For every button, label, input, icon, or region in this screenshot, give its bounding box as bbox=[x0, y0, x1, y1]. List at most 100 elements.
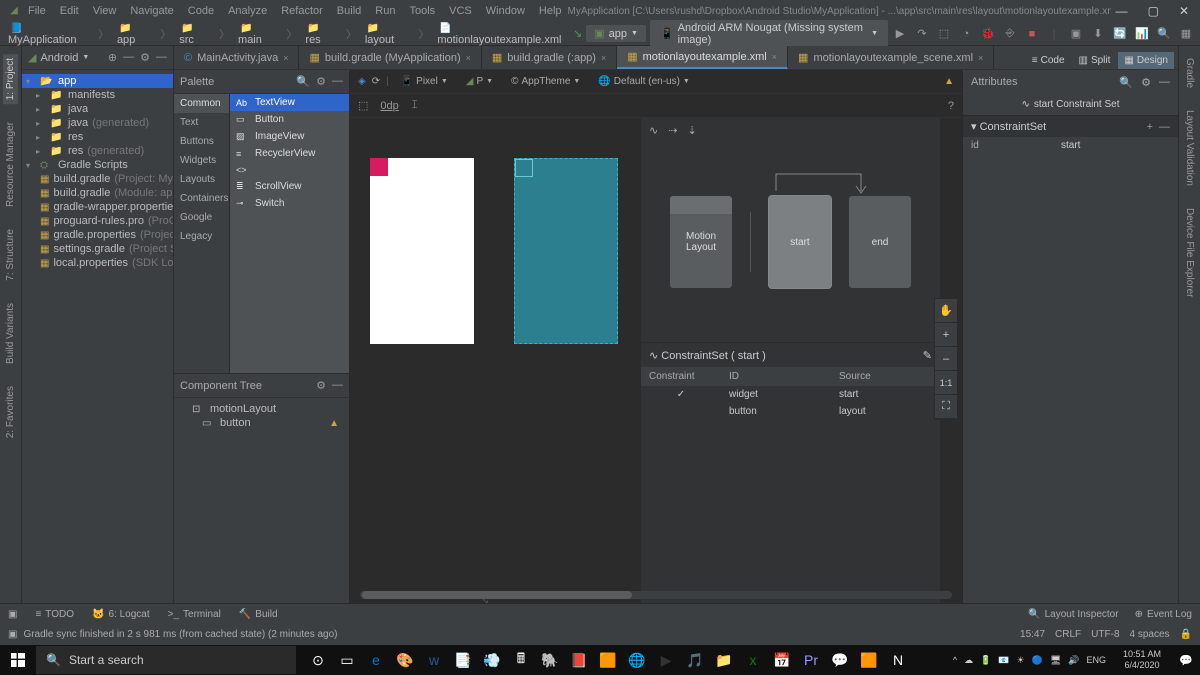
tray-icon[interactable]: ENG bbox=[1086, 655, 1106, 665]
palette-category[interactable]: Layouts bbox=[174, 170, 229, 189]
taskbar-app[interactable]: 🎵 bbox=[681, 646, 709, 674]
palette-category[interactable]: Text bbox=[174, 113, 229, 132]
editor-tab[interactable]: ▦motionlayoutexample_scene.xml× bbox=[788, 46, 994, 69]
tray-icon[interactable]: ^ bbox=[953, 655, 957, 665]
tool-window-button[interactable]: ⊕ Event Log bbox=[1135, 609, 1192, 620]
menu-view[interactable]: View bbox=[87, 2, 123, 20]
table-row[interactable]: buttonlayout bbox=[641, 403, 940, 420]
taskbar-app[interactable]: 🟧 bbox=[594, 646, 622, 674]
margin-value[interactable]: 0dp bbox=[380, 100, 398, 112]
transition-icon[interactable]: ∿ bbox=[649, 124, 658, 137]
taskbar-clock[interactable]: 10:51 AM 6/4/2020 bbox=[1112, 646, 1172, 674]
tray-icon[interactable]: 🖥 bbox=[1050, 655, 1061, 666]
palette-item[interactable]: ≣ScrollView bbox=[230, 178, 349, 195]
run-icon[interactable]: ▶ bbox=[892, 26, 908, 42]
taskbar-app[interactable]: 📅 bbox=[768, 646, 796, 674]
tree-item[interactable]: ▦proguard-rules.pro (ProGu bbox=[22, 214, 173, 228]
taskbar-search[interactable]: 🔍 Start a search bbox=[36, 646, 296, 674]
right-rail-tab[interactable]: Device File Explorer bbox=[1182, 204, 1197, 301]
close-icon[interactable]: × bbox=[978, 53, 983, 63]
tool-window-button[interactable]: 🔨 Build bbox=[239, 609, 278, 620]
hide-icon[interactable]: — bbox=[332, 379, 343, 392]
design-mode-icon[interactable]: ◈ bbox=[358, 76, 366, 87]
tree-item[interactable]: ▸📁res bbox=[22, 130, 173, 144]
hide-icon[interactable]: — bbox=[1159, 121, 1170, 133]
breadcrumb-item[interactable]: 📁 res bbox=[303, 22, 339, 46]
taskbar-app[interactable]: ▭ bbox=[333, 646, 361, 674]
tray-icon[interactable]: ☀ bbox=[1017, 655, 1025, 666]
api-dropdown[interactable]: ◢P ▼ bbox=[460, 74, 499, 89]
taskbar-app[interactable]: e bbox=[362, 646, 390, 674]
settings-icon[interactable]: ▦ bbox=[1178, 26, 1194, 42]
palette-category[interactable]: Common bbox=[174, 94, 229, 113]
palette-item[interactable]: ▨ImageView bbox=[230, 128, 349, 145]
search-icon[interactable]: 🔍 bbox=[296, 75, 310, 88]
breadcrumb-item[interactable]: 📁 app bbox=[115, 22, 154, 46]
palette-item[interactable]: <> bbox=[230, 162, 349, 178]
code-view-button[interactable]: ≡ Code bbox=[1026, 52, 1071, 69]
constraint-set-section[interactable]: ▾ ConstraintSet +— bbox=[963, 116, 1178, 137]
attach-icon[interactable]: ⎆ bbox=[1002, 26, 1018, 42]
tray-icon[interactable]: 🔋 bbox=[980, 655, 991, 666]
sdk-icon[interactable]: ⬇ bbox=[1090, 26, 1106, 42]
button-widget-blueprint[interactable] bbox=[515, 159, 533, 177]
tree-item[interactable]: ▦build.gradle (Module: app bbox=[22, 186, 173, 200]
warning-icon[interactable]: ▲ bbox=[944, 76, 954, 87]
tree-item[interactable]: ▦build.gradle (Project: MyA bbox=[22, 172, 173, 186]
structure-icon[interactable]: 📊 bbox=[1134, 26, 1150, 42]
menu-help[interactable]: Help bbox=[533, 2, 568, 20]
design-preview[interactable]: ⤡ bbox=[350, 118, 640, 603]
menu-navigate[interactable]: Navigate bbox=[124, 2, 179, 20]
component-tree-item[interactable]: ▭button▲ bbox=[174, 416, 349, 430]
breadcrumb-item[interactable]: 📄 motionlayoutexample.xml bbox=[435, 22, 573, 46]
collapse-icon[interactable]: — bbox=[123, 51, 134, 64]
left-rail-tab[interactable]: Build Variants bbox=[3, 299, 18, 368]
attribute-row[interactable]: id start bbox=[963, 137, 1178, 154]
palette-category[interactable]: Google bbox=[174, 208, 229, 227]
motion-layout-node[interactable]: Motion Layout bbox=[670, 196, 732, 288]
select-icon[interactable]: ⬚ bbox=[358, 99, 368, 112]
menu-run[interactable]: Run bbox=[369, 2, 401, 20]
left-rail-tab[interactable]: 7: Structure bbox=[3, 225, 18, 285]
palette-item[interactable]: ▭Button bbox=[230, 111, 349, 128]
orientation-icon[interactable]: ⟳ bbox=[372, 76, 380, 87]
edit-icon[interactable]: ✎ bbox=[923, 349, 932, 362]
taskbar-app[interactable]: 📁 bbox=[710, 646, 738, 674]
search-icon[interactable]: 🔍 bbox=[1156, 26, 1172, 42]
taskbar-app[interactable]: 🌐 bbox=[623, 646, 651, 674]
indent-setting[interactable]: 4 spaces bbox=[1130, 629, 1170, 640]
taskbar-app[interactable]: Pr bbox=[797, 646, 825, 674]
hide-icon[interactable]: — bbox=[156, 51, 167, 64]
tool-window-button[interactable]: 🐱 6: Logcat bbox=[92, 609, 150, 620]
menu-tools[interactable]: Tools bbox=[403, 2, 441, 20]
zoom-reset-button[interactable]: 1:1 bbox=[935, 371, 957, 395]
tree-item[interactable]: ▸📁java bbox=[22, 102, 173, 116]
sync-icon[interactable]: ↘ bbox=[573, 27, 582, 40]
file-encoding[interactable]: UTF-8 bbox=[1091, 629, 1119, 640]
taskbar-app[interactable]: 📑 bbox=[449, 646, 477, 674]
component-tree-item[interactable]: ⊡motionLayout bbox=[174, 402, 349, 416]
tree-item[interactable]: ▦local.properties (SDK Loc bbox=[22, 256, 173, 270]
tree-item[interactable]: ▦gradle-wrapper.properties bbox=[22, 200, 173, 214]
end-constraint-node[interactable]: end bbox=[849, 196, 911, 288]
breadcrumb-item[interactable]: 📘 MyApplication bbox=[6, 22, 92, 46]
palette-category[interactable]: Widgets bbox=[174, 151, 229, 170]
close-icon[interactable]: × bbox=[283, 53, 288, 63]
taskbar-app[interactable]: ⊙ bbox=[304, 646, 332, 674]
taskbar-app[interactable]: w bbox=[420, 646, 448, 674]
device-dropdown[interactable]: 📱Pixel ▼ bbox=[395, 74, 454, 89]
tray-icon[interactable]: 🔵 bbox=[1032, 655, 1043, 666]
scrollbar-thumb[interactable] bbox=[362, 591, 632, 599]
create-constraint-icon[interactable]: ⇢ bbox=[668, 124, 677, 137]
taskbar-app[interactable]: 🐘 bbox=[536, 646, 564, 674]
menu-file[interactable]: File bbox=[22, 2, 52, 20]
menu-build[interactable]: Build bbox=[331, 2, 367, 20]
device-selector[interactable]: 📱 Android ARM Nougat (Missing system ima… bbox=[650, 20, 888, 48]
menu-vcs[interactable]: VCS bbox=[443, 2, 478, 20]
menu-edit[interactable]: Edit bbox=[54, 2, 85, 20]
gear-icon[interactable]: ⚙ bbox=[140, 51, 150, 64]
avd-icon[interactable]: ▣ bbox=[1068, 26, 1084, 42]
taskbar-app[interactable]: 💬 bbox=[826, 646, 854, 674]
menu-window[interactable]: Window bbox=[480, 2, 531, 20]
design-surface[interactable] bbox=[370, 158, 474, 344]
